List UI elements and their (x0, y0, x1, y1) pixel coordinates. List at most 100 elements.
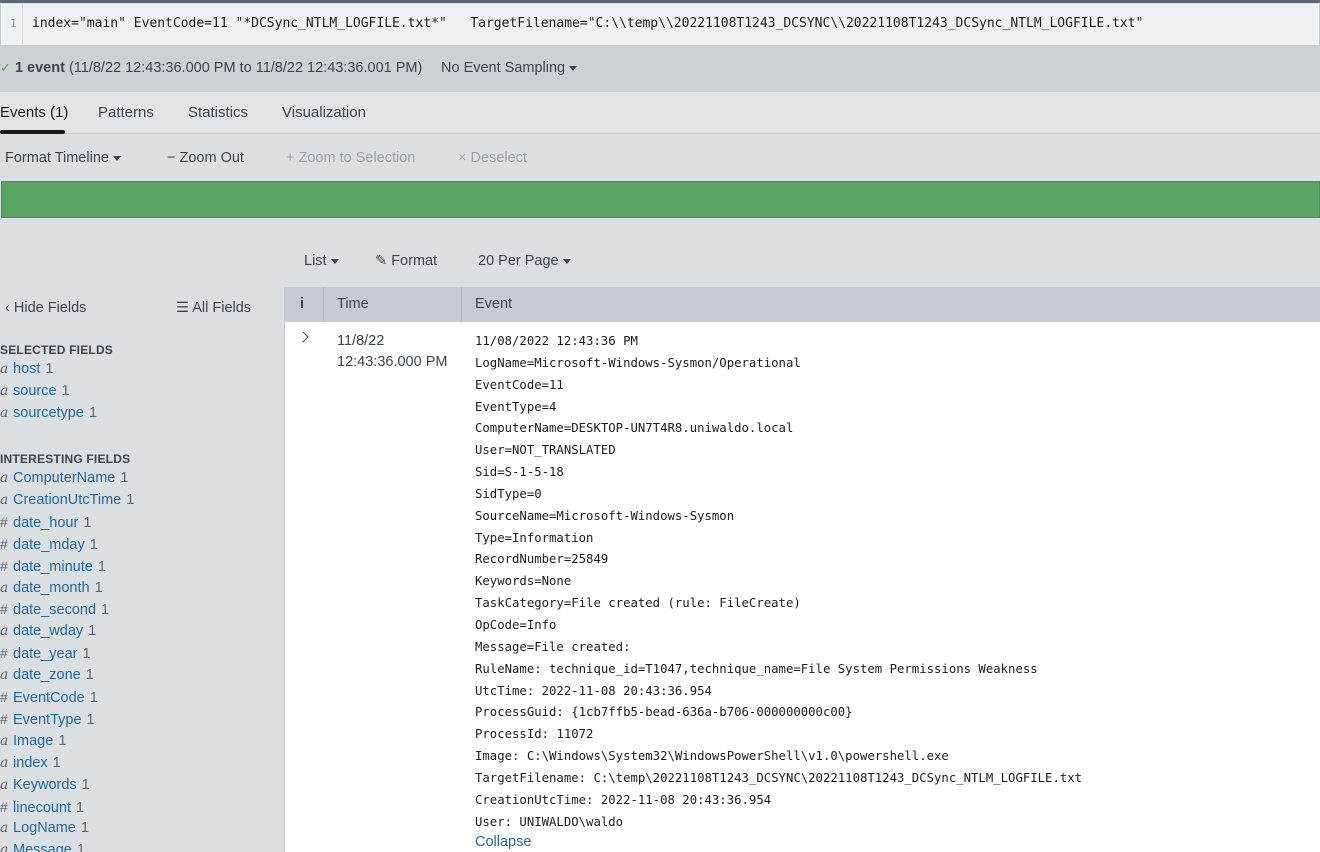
field-count: 1 (89, 536, 98, 553)
field-item[interactable]: a CreationUtcTime 1 (0, 492, 134, 508)
field-item[interactable]: a host 1 (0, 361, 54, 377)
field-name[interactable]: date_second (13, 602, 96, 618)
field-item[interactable]: a Keywords 1 (0, 777, 90, 793)
event-sampling-dropdown[interactable]: No Event Sampling (441, 60, 578, 76)
field-item[interactable]: a index 1 (0, 755, 61, 771)
field-name[interactable]: Keywords (13, 777, 77, 793)
event-line: OpCode=Info (475, 617, 557, 632)
event-line: Image: C:\Windows\System32\WindowsPowerS… (475, 749, 949, 764)
field-name[interactable]: linecount (13, 800, 71, 816)
tab-visualization[interactable]: Visualization (282, 104, 366, 121)
field-name[interactable]: date_month (13, 580, 90, 596)
field-count: 1 (86, 711, 95, 728)
event-column-header: Event (475, 296, 513, 312)
field-count: 1 (126, 491, 135, 508)
active-tab-indicator (0, 130, 65, 134)
field-item[interactable]: # date_hour 1 (0, 514, 91, 531)
field-name[interactable]: date_hour (13, 515, 78, 531)
zoom-out-button[interactable]: − Zoom Out (167, 150, 244, 166)
all-fields-button[interactable]: ☰ All Fields (176, 300, 251, 316)
numeric-type-icon: # (0, 645, 8, 662)
numeric-type-icon: # (0, 535, 8, 552)
field-name[interactable]: date_wday (13, 623, 83, 639)
field-item[interactable]: # date_year 1 (0, 645, 91, 662)
field-name[interactable]: date_mday (13, 537, 85, 553)
zoom-to-selection-button[interactable]: + Zoom to Selection (286, 150, 415, 166)
field-name[interactable]: EventCode (13, 690, 85, 706)
field-name[interactable]: date_minute (13, 559, 93, 575)
field-item[interactable]: a LogName 1 (0, 820, 89, 836)
field-count: 1 (89, 690, 98, 706)
numeric-type-icon: # (0, 798, 8, 815)
string-type-icon: a (0, 361, 9, 377)
format-timeline-button[interactable]: Format Timeline (5, 150, 121, 166)
field-item[interactable]: a source 1 (0, 383, 70, 399)
results-tabs: Events (1) Patterns Statistics Visualiza… (0, 92, 1320, 134)
deselect-button[interactable]: × Deselect (458, 150, 527, 166)
per-page-dropdown[interactable]: 20 Per Page (478, 253, 571, 269)
list-icon: ☰ (176, 300, 189, 316)
event-line: Type=Information (475, 530, 594, 545)
timeline-histogram-bar[interactable] (1, 181, 1320, 218)
field-item[interactable]: a Image 1 (0, 733, 66, 749)
event-line: EventCode=11 (475, 377, 564, 392)
field-name[interactable]: index (13, 755, 48, 771)
string-type-icon: a (0, 470, 9, 486)
field-item[interactable]: # date_minute 1 (0, 558, 106, 575)
tab-events[interactable]: Events (1) (0, 104, 68, 121)
event-date: 11/8/22 (337, 333, 385, 349)
event-line: User=NOT_TRANSLATED (475, 443, 616, 458)
caret-down-icon (330, 258, 339, 264)
field-name[interactable]: LogName (13, 820, 76, 836)
field-item[interactable]: a ComputerName 1 (0, 470, 128, 486)
events-table-header: i Time Event (284, 287, 1320, 322)
field-name[interactable]: Image (13, 733, 53, 749)
selected-fields-title: SELECTED FIELDS (0, 343, 114, 357)
string-type-icon: a (0, 732, 9, 749)
field-item[interactable]: # date_second 1 (0, 601, 109, 618)
time-column-header[interactable]: Time (337, 296, 369, 312)
field-name[interactable]: host (13, 361, 40, 377)
field-name[interactable]: CreationUtcTime (13, 492, 121, 508)
per-page-label: 20 Per Page (478, 253, 559, 269)
format-button[interactable]: ✎ Format (375, 253, 437, 269)
field-count: 1 (83, 514, 92, 531)
list-view-dropdown[interactable]: List (304, 253, 339, 269)
event-line: ComputerName=DESKTOP-UN7T4R8.uniwaldo.lo… (475, 421, 794, 436)
tab-patterns[interactable]: Patterns (98, 104, 154, 121)
field-item[interactable]: a Message 1 (0, 842, 85, 852)
field-item[interactable]: # date_mday 1 (0, 536, 98, 553)
event-line: SidType=0 (475, 486, 542, 501)
tab-statistics[interactable]: Statistics (188, 104, 248, 121)
field-name[interactable]: sourcetype (13, 405, 84, 421)
field-item[interactable]: a date_wday 1 (0, 623, 96, 639)
field-name[interactable]: date_zone (13, 667, 81, 683)
line-number-divider (22, 4, 23, 46)
field-count: 1 (101, 602, 110, 619)
field-item[interactable]: a date_zone 1 (0, 667, 94, 683)
event-time: 12:43:36.000 PM (337, 354, 448, 370)
field-item[interactable]: a sourcetype 1 (0, 405, 97, 421)
field-name[interactable]: Message (13, 842, 72, 852)
field-item[interactable]: # EventCode 1 (0, 689, 98, 706)
field-name[interactable]: date_year (13, 646, 78, 662)
collapse-link[interactable]: Collapse (475, 833, 1082, 851)
field-item[interactable]: # EventType 1 (0, 711, 95, 728)
event-time-cell: 11/8/22 12:43:36.000 PM (337, 331, 447, 373)
field-name[interactable]: EventType (13, 712, 82, 728)
numeric-type-icon: # (0, 557, 8, 574)
field-item[interactable]: # linecount 1 (0, 799, 84, 816)
time-range: (11/8/22 12:43:36.000 PM to 11/8/22 12:4… (68, 60, 423, 76)
chevron-right-icon[interactable] (297, 331, 309, 343)
hide-fields-button[interactable]: ‹ Hide Fields (5, 300, 86, 316)
field-count: 1 (80, 820, 89, 837)
numeric-type-icon: # (0, 689, 8, 705)
info-column-header: i (300, 296, 305, 312)
search-query-text[interactable]: index="main" EventCode=11 "*DCSync_NTLM_… (32, 16, 1143, 31)
field-name[interactable]: source (13, 383, 57, 399)
numeric-type-icon: # (0, 513, 8, 530)
field-count: 1 (88, 404, 98, 421)
field-item[interactable]: a date_month 1 (0, 580, 103, 596)
field-name[interactable]: ComputerName (13, 470, 115, 486)
search-input[interactable]: 1 index="main" EventCode=11 "*DCSync_NTL… (0, 4, 1320, 46)
